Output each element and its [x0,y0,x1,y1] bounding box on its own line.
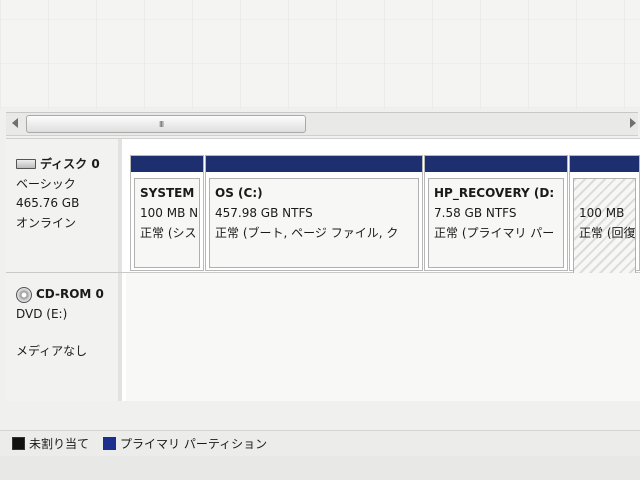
partition-size: 100 MB [579,206,625,220]
horizontal-scrollbar[interactable]: III [6,112,638,136]
partition-system[interactable]: SYSTEM 100 MB N 正常 (シス [130,155,204,271]
disk-graphical-view: ディスク 0 ベーシック 465.76 GB オンライン SYSTEM 100 … [6,138,640,401]
disk-row-0: ディスク 0 ベーシック 465.76 GB オンライン SYSTEM 100 … [6,139,640,288]
hard-disk-icon [16,158,36,169]
disk-info-0[interactable]: ディスク 0 ベーシック 465.76 GB オンライン [6,139,122,272]
disk-status: オンライン [16,215,77,230]
disk-size: 465.76 GB [16,196,80,210]
disk-name: ディスク 0 [40,157,100,171]
partition-status: 正常 (回復 [579,226,636,240]
partition-body: OS (C:) 457.98 GB NTFS 正常 (ブート, ページ ファイル… [209,178,419,268]
partition-size: 100 MB N [140,206,199,220]
disk-title: ディスク 0 [16,155,118,175]
partition-status: 正常 (シス [140,226,197,240]
partition-status: 正常 (プライマリ パー [434,226,555,240]
partition-bar [131,156,203,172]
partition-os[interactable]: OS (C:) 457.98 GB NTFS 正常 (ブート, ページ ファイル… [205,155,423,271]
partition-bar [425,156,567,172]
cd-rom-icon [16,286,32,303]
partition-bar [206,156,422,172]
disk-row-cdrom: CD-ROM 0 DVD (E:) メディアなし [6,273,640,401]
scroll-right-icon[interactable] [630,118,636,128]
legend-label: プライマリ パーティション [120,437,268,451]
partition-list: SYSTEM 100 MB N 正常 (シス OS (C:) 457.98 GB… [130,155,640,288]
legend-item-primary: プライマリ パーティション [103,435,267,452]
cdrom-empty-area[interactable] [126,273,640,401]
partition-hp-recovery[interactable]: HP_RECOVERY (D: 7.58 GB NTFS 正常 (プライマリ パ… [424,155,568,271]
scrollbar-thumb[interactable]: III [26,115,306,133]
partition-size: 457.98 GB NTFS [215,206,313,220]
scroll-left-icon[interactable] [12,118,18,128]
legend-label: 未割り当て [29,437,90,451]
partition-name: OS (C:) [215,186,263,200]
disk-type: ベーシック [16,176,76,191]
partition-recovery[interactable]: 100 MB 正常 (回復 [569,155,640,288]
media-status: メディアなし [16,344,88,358]
unallocated-swatch-icon [12,437,25,450]
legend-item-unallocated: 未割り当て [12,435,89,452]
primary-swatch-icon [103,437,117,450]
disk-info-cdrom[interactable]: CD-ROM 0 DVD (E:) メディアなし [6,273,122,401]
partition-body: HP_RECOVERY (D: 7.58 GB NTFS 正常 (プライマリ パ… [428,178,564,268]
scrollbar-grip: III [159,120,164,129]
disk-name: CD-ROM 0 [36,287,104,301]
disk-title: CD-ROM 0 [16,285,118,305]
status-area [0,456,640,480]
partition-name: SYSTEM [140,186,195,200]
partition-status: 正常 (ブート, ページ ファイル, ク [215,226,399,240]
partition-body: 100 MB 正常 (回復 [573,178,636,288]
legend: 未割り当て プライマリ パーティション [0,430,640,456]
partition-name: HP_RECOVERY (D: [434,186,555,200]
volume-list-area [0,0,640,108]
partition-body: SYSTEM 100 MB N 正常 (シス [134,178,200,268]
partition-size: 7.58 GB NTFS [434,206,517,220]
drive-label: DVD (E:) [16,306,68,321]
partition-bar [570,156,639,172]
